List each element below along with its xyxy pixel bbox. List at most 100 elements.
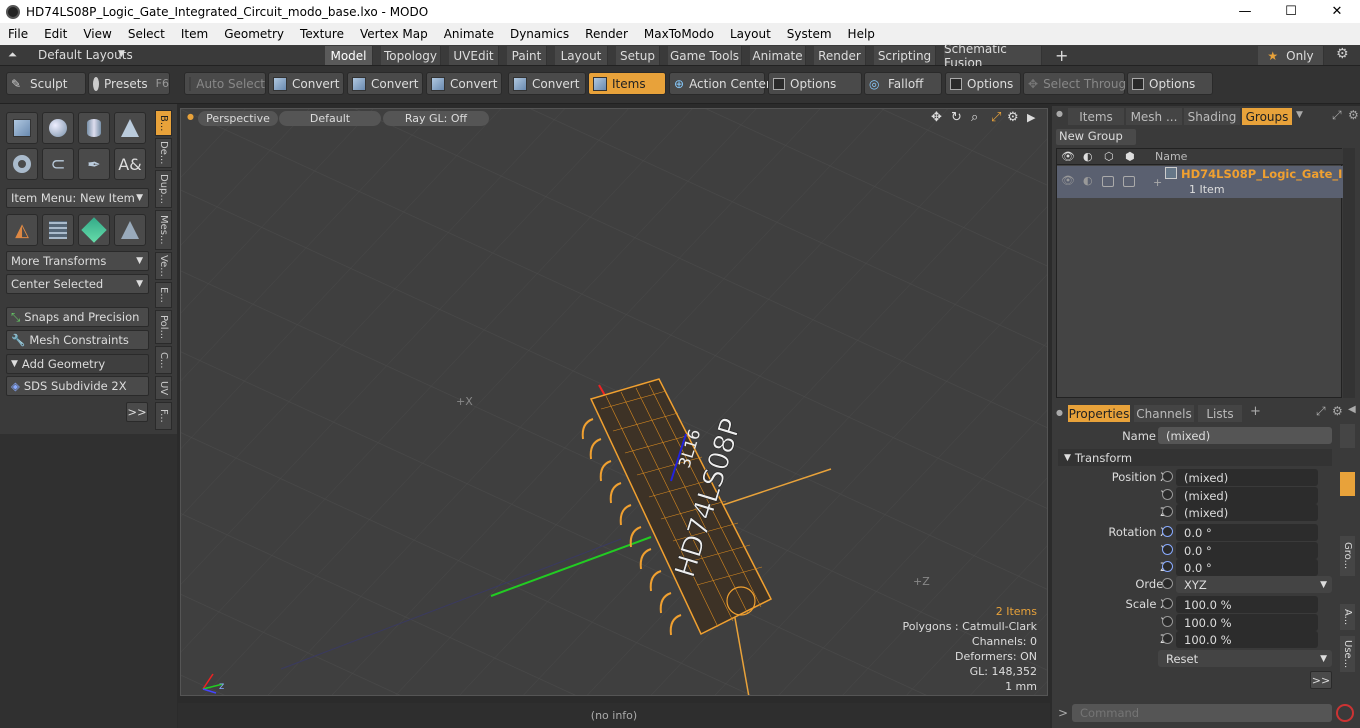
rotate-icon[interactable]: ↻ [951,110,962,125]
tab-scripting[interactable]: Scripting [874,46,936,65]
menu-dynamics[interactable]: Dynamics [502,27,577,41]
menu-layout[interactable]: Layout [722,27,779,41]
menu-vertex-map[interactable]: Vertex Map [352,27,436,41]
maximize-button[interactable]: ☐ [1268,0,1314,23]
options-checkbox-3[interactable] [1132,77,1144,90]
mesh-constraints-button[interactable]: 🔧 Mesh Constraints [6,330,149,350]
presets-button[interactable]: Presets F6 [88,72,170,95]
tab-schematic-fusion[interactable]: Schematic Fusion [944,42,1042,70]
cone-primitive-button[interactable] [114,112,146,144]
center-selected-dropdown[interactable]: Center Selected ▼ [6,274,149,294]
options-button-1[interactable]: Options [768,72,862,95]
tab-mesh[interactable]: Mesh ... [1126,108,1182,125]
action-center-button[interactable]: ⊕ Action Center [669,72,771,95]
item-menu-dropdown[interactable]: Item Menu: New Item ▼ [6,188,149,208]
record-icon[interactable] [1336,704,1354,722]
tab-render[interactable]: Render [814,46,866,65]
fit-icon[interactable]: ⤢ [991,110,1001,125]
material-tool-button[interactable] [78,214,110,246]
cube-primitive-button[interactable] [6,112,38,144]
menu-help[interactable]: Help [840,27,883,41]
expand-right-icon[interactable]: ▶ [1027,111,1035,124]
snaps-precision-button[interactable]: ⤡ Snaps and Precision [6,307,149,327]
vtab-deform[interactable]: De... [155,138,172,168]
collapse-icon[interactable]: ⏶ [8,48,17,62]
sculpt-button[interactable]: ✎ Sculpt [6,72,86,95]
rotation-y-radio[interactable] [1162,544,1173,555]
vtab-uv[interactable]: UV [155,376,172,400]
props-settings-icon[interactable]: ⚙ [1332,404,1343,418]
transform-tool-button[interactable]: ◭ [6,214,38,246]
select-through-button[interactable]: ✥ Select Through [1023,72,1134,95]
tab-items[interactable]: Items [1068,108,1124,125]
tab-groups[interactable]: Groups [1242,108,1292,125]
menu-texture[interactable]: Texture [292,27,352,41]
perspective-dropdown[interactable]: Perspective [198,111,278,126]
plane-tool-button[interactable] [114,214,146,246]
scale-y-radio[interactable] [1162,616,1173,627]
zoom-icon[interactable]: ⌕ [971,110,978,125]
menu-geometry[interactable]: Geometry [216,27,292,41]
row-lock-icon[interactable]: ◐ [1083,174,1093,187]
gear-icon[interactable]: ⚙ [1336,46,1349,62]
options-button-3[interactable]: Options [1127,72,1213,95]
expand-more-button[interactable]: >> [1310,671,1332,689]
scale-x-field[interactable]: 100.0 % [1176,596,1318,613]
torus-primitive-button[interactable] [6,148,38,180]
expand-left-icon[interactable]: ◀ [1348,404,1356,415]
sphere-primitive-button[interactable] [42,112,74,144]
chevron-down-icon[interactable]: ▼ [1296,110,1303,120]
row-eye-icon[interactable]: 👁 [1061,174,1075,187]
order-dropdown[interactable]: XYZ ▼ [1176,576,1332,593]
items-mode-button[interactable]: Items [588,72,666,95]
settings-icon[interactable]: ⚙ [1007,110,1019,125]
props-menu-icon[interactable]: ● [1056,408,1063,417]
add-tab-button[interactable]: + [1055,46,1068,65]
cylinder-primitive-button[interactable] [78,112,110,144]
falloff-button[interactable]: ◎ Falloff [864,72,942,95]
position-z-radio[interactable] [1162,506,1173,517]
tab-animate[interactable]: Animate [750,46,806,65]
options-checkbox-2[interactable] [950,77,962,90]
menu-view[interactable]: View [75,27,119,41]
raygl-toggle[interactable]: Ray GL: Off [383,111,489,126]
scale-z-field[interactable]: 100.0 % [1176,631,1318,648]
maximize-panel-icon[interactable]: ⤢ [1316,404,1326,419]
menu-select[interactable]: Select [120,27,173,41]
vtab-duplicate[interactable]: Dup... [155,170,172,208]
expand-plus-icon[interactable]: + [1153,176,1162,189]
tab-lists[interactable]: Lists [1198,405,1242,422]
expand-more-button[interactable]: >> [126,402,148,422]
vtab-mesh[interactable]: Mes... [155,210,172,250]
shading-dropdown[interactable]: Default [279,111,381,126]
menu-animate[interactable]: Animate [436,27,502,41]
close-button[interactable]: ✕ [1314,0,1360,23]
side-tab-active[interactable] [1340,472,1355,496]
position-y-radio[interactable] [1162,489,1173,500]
capsule-primitive-button[interactable]: ⊂ [42,148,74,180]
tab-topology[interactable]: Topology [381,46,441,65]
menu-maxtomodo[interactable]: MaxToModo [636,27,722,41]
vtab-vertex[interactable]: Ve... [155,252,172,280]
transform-section[interactable]: ▼ Transform [1058,449,1332,466]
side-tab-user[interactable]: Use... [1340,636,1355,672]
only-toggle[interactable]: ★ Only [1258,46,1324,65]
position-z-field[interactable]: (mixed) [1176,504,1318,521]
rotation-x-radio[interactable] [1162,526,1173,537]
tab-shading[interactable]: Shading [1184,108,1240,125]
minimize-button[interactable]: — [1222,0,1268,23]
convert-button-4[interactable]: Convert [508,72,586,95]
row-render-checkbox[interactable] [1102,176,1114,187]
tab-channels[interactable]: Channels [1134,405,1194,422]
more-transforms-dropdown[interactable]: More Transforms ▼ [6,251,149,271]
rotation-z-field[interactable]: 0.0 ° [1176,559,1318,576]
panel-menu-icon[interactable]: ● [1056,109,1063,118]
position-x-field[interactable]: (mixed) [1176,469,1318,486]
pan-icon[interactable]: ✥ [931,110,942,125]
vtab-basic[interactable]: B... [155,110,172,136]
add-geometry-section[interactable]: ▼ Add Geometry [6,354,149,374]
convert-button-2[interactable]: Convert [347,72,423,95]
convert-button-3[interactable]: Convert [426,72,502,95]
menu-edit[interactable]: Edit [36,27,75,41]
viewport-menu-icon[interactable]: ● [187,112,194,121]
